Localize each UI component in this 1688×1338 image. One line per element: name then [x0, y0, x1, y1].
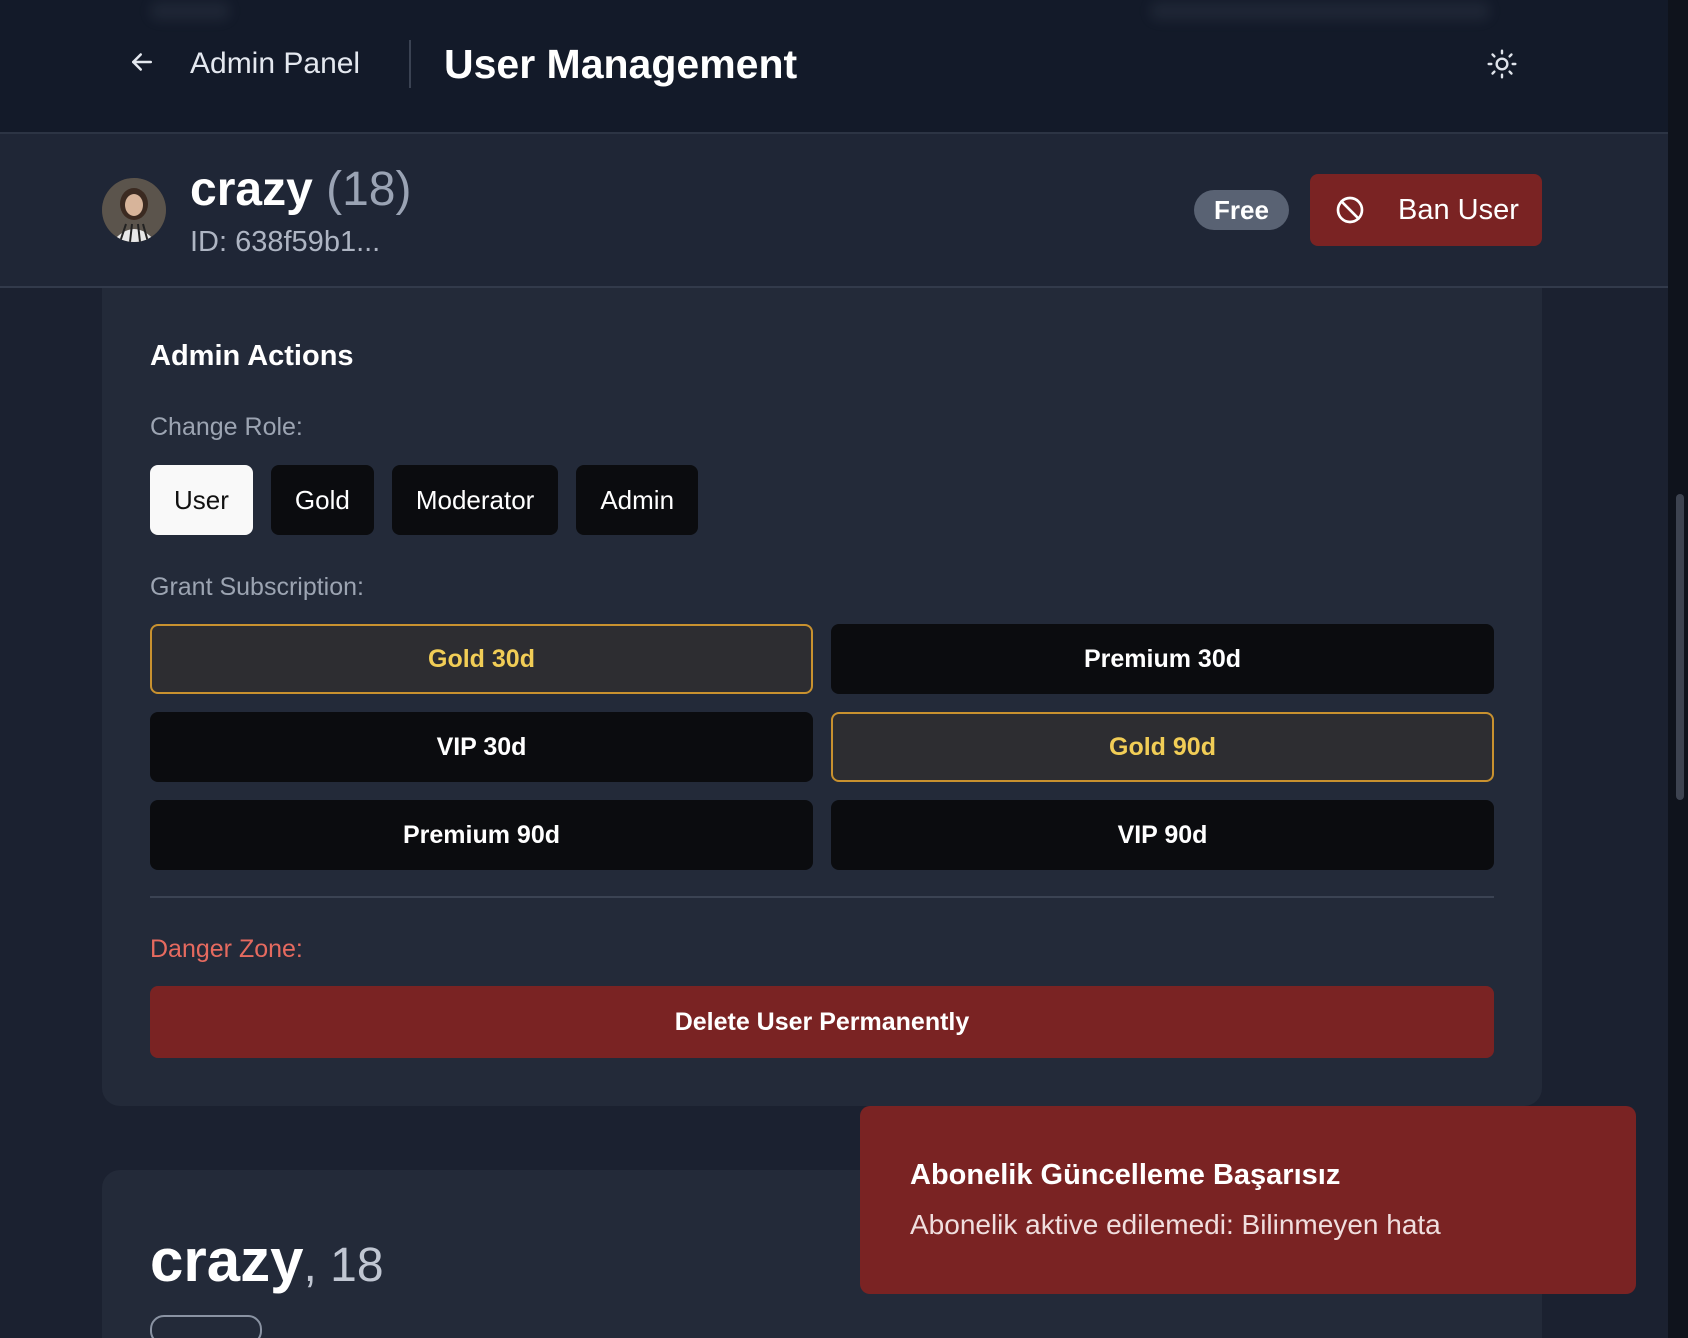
user-age: (18)	[326, 163, 412, 216]
subscription-button-grid: Gold 30d Premium 30d VIP 30d Gold 90d Pr…	[150, 624, 1494, 870]
admin-actions-card: Admin Actions Change Role: User Gold Mod…	[102, 288, 1542, 1106]
sun-icon	[1487, 49, 1517, 79]
role-moderator-button[interactable]: Moderator	[391, 465, 559, 535]
error-toast[interactable]: Abonelik Güncelleme Başarısız Abonelik a…	[860, 1106, 1636, 1294]
grant-gold-30d-button[interactable]: Gold 30d	[150, 624, 813, 694]
role-admin-button[interactable]: Admin	[576, 465, 699, 535]
admin-actions-title: Admin Actions	[150, 340, 354, 372]
change-role-label: Change Role:	[150, 413, 303, 441]
ban-user-label: Ban User	[1398, 193, 1519, 226]
ban-icon	[1334, 194, 1366, 226]
plan-badge: Free	[1194, 190, 1289, 230]
avatar	[102, 178, 166, 242]
profile-heading: crazy, 18	[150, 1226, 384, 1301]
section-divider	[150, 896, 1494, 898]
grant-premium-30d-button[interactable]: Premium 30d	[831, 624, 1494, 694]
toast-title: Abonelik Güncelleme Başarısız	[910, 1159, 1341, 1191]
grant-vip-30d-button[interactable]: VIP 30d	[150, 712, 813, 782]
grant-vip-90d-button[interactable]: VIP 90d	[831, 800, 1494, 870]
profile-tag-pill	[150, 1315, 262, 1338]
back-button[interactable]	[124, 44, 160, 80]
user-summary-bar: crazy (18) ID: 638f59b1... Free Ban User	[0, 134, 1668, 288]
role-gold-button[interactable]: Gold	[270, 465, 374, 535]
username-heading: crazy (18)	[190, 162, 411, 218]
arrow-left-icon	[132, 53, 152, 71]
scrollbar-thumb[interactable]	[1676, 494, 1684, 800]
top-header: Admin Panel User Management	[0, 0, 1668, 134]
user-id: ID: 638f59b1...	[190, 226, 381, 258]
profile-age: , 18	[303, 1239, 384, 1292]
blurred-text	[1150, 2, 1490, 20]
blurred-text	[150, 2, 230, 20]
profile-name: crazy	[150, 1227, 304, 1294]
page-title: User Management	[444, 41, 798, 87]
role-user-button[interactable]: User	[150, 465, 253, 535]
header-divider	[409, 40, 411, 88]
grant-subscription-label: Grant Subscription:	[150, 573, 364, 601]
danger-zone-label: Danger Zone:	[150, 935, 303, 963]
username: crazy	[190, 163, 313, 216]
grant-premium-90d-button[interactable]: Premium 90d	[150, 800, 813, 870]
ban-user-button[interactable]: Ban User	[1310, 174, 1542, 246]
role-button-group: User Gold Moderator Admin	[150, 465, 699, 535]
delete-user-button[interactable]: Delete User Permanently	[150, 986, 1494, 1058]
toast-description: Abonelik aktive edilemedi: Bilinmeyen ha…	[910, 1209, 1441, 1240]
admin-panel-link[interactable]: Admin Panel	[190, 46, 360, 82]
theme-toggle-button[interactable]	[1482, 44, 1522, 84]
grant-gold-90d-button[interactable]: Gold 90d	[831, 712, 1494, 782]
